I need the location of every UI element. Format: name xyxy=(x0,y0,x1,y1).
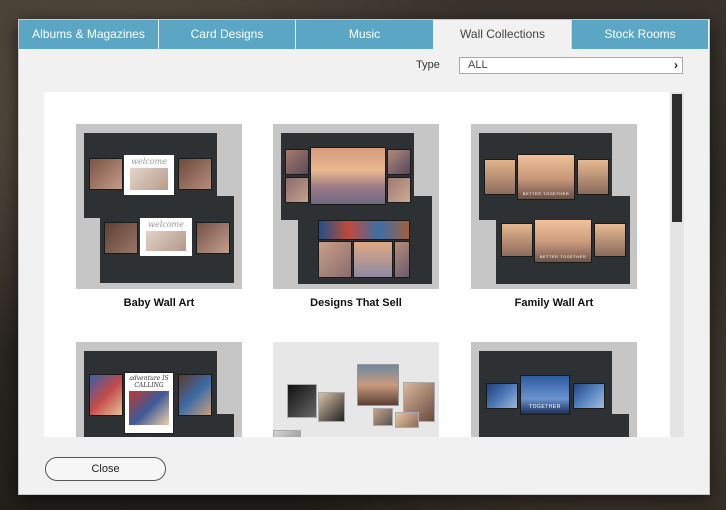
photo xyxy=(285,177,309,203)
scrollbar-thumb[interactable] xyxy=(672,94,682,222)
photo-caption: welcome xyxy=(148,220,184,229)
type-filter-value: ALL xyxy=(468,59,488,71)
portrait-canvas xyxy=(373,408,393,426)
family-main-photo: BETTER TOGETHER xyxy=(517,154,575,200)
wall-preview-front xyxy=(281,133,414,220)
newborn-photo xyxy=(89,158,123,190)
wall-preview-front: welcome xyxy=(84,133,217,218)
photo-caption: welcome xyxy=(131,157,167,166)
photo xyxy=(89,374,123,416)
tab-wall-collections[interactable]: Wall Collections xyxy=(434,20,572,49)
wall-preview-front: BETTER TOGETHER xyxy=(479,133,612,220)
wall-preview-back xyxy=(612,414,629,437)
photo xyxy=(387,177,411,203)
newborn-photo xyxy=(104,222,138,254)
photo xyxy=(178,374,212,416)
portrait-canvas xyxy=(318,392,345,422)
type-filter-label: Type xyxy=(416,59,440,71)
photo-caption: BETTER TOGETHER xyxy=(522,191,570,196)
welcome-frame: welcome xyxy=(140,218,192,256)
portrait-canvas xyxy=(357,364,399,406)
newborn-photo xyxy=(178,158,212,190)
wall-preview-back xyxy=(217,414,234,437)
collection-card-adventure[interactable]: adventure IS CALLING xyxy=(76,342,242,437)
collection-card-together[interactable]: TOGETHER xyxy=(471,342,637,437)
collection-title: Designs That Sell xyxy=(310,297,402,309)
portrait-canvas xyxy=(287,384,317,418)
photo xyxy=(573,383,605,409)
collections-grid: welcome welcome Baby Wall Art Designs Th… xyxy=(44,92,684,437)
photo xyxy=(394,241,410,278)
tab-music[interactable]: Music xyxy=(296,20,434,49)
portrait-canvas xyxy=(273,430,301,437)
wall-collections-dialog: Albums & Magazines Card Designs Music Wa… xyxy=(18,19,710,495)
wall-preview-front: adventure IS CALLING xyxy=(84,351,217,437)
collection-card-room-display[interactable] xyxy=(273,342,439,437)
family-main-photo: BETTER TOGETHER xyxy=(534,219,592,263)
wall-preview-front: TOGETHER xyxy=(479,351,612,437)
photo xyxy=(486,383,518,409)
family-photo xyxy=(501,223,533,257)
collection-title: Baby Wall Art xyxy=(123,297,195,309)
type-filter-select[interactable]: ALL › xyxy=(459,57,683,74)
family-photo xyxy=(577,159,609,195)
welcome-frame: welcome xyxy=(124,155,174,195)
photo xyxy=(318,241,352,278)
together-main-photo: TOGETHER xyxy=(520,375,570,415)
photo-strip xyxy=(318,220,410,240)
photo-caption: adventure IS CALLING xyxy=(129,375,169,389)
family-photo xyxy=(484,159,516,195)
photo xyxy=(353,241,393,278)
collection-card-family-wall-art[interactable]: BETTER TOGETHER BETTER TOGETHER xyxy=(471,124,637,289)
grid-scrollbar[interactable] xyxy=(670,92,684,437)
tab-stock-rooms[interactable]: Stock Rooms xyxy=(572,20,709,49)
collection-title: Family Wall Art xyxy=(514,297,594,309)
main-photo xyxy=(310,147,386,205)
tab-albums-magazines[interactable]: Albums & Magazines xyxy=(19,20,159,49)
photo xyxy=(387,149,411,175)
tab-card-designs[interactable]: Card Designs xyxy=(159,20,296,49)
collection-card-baby-wall-art[interactable]: welcome welcome xyxy=(76,124,242,289)
photo-caption: BETTER TOGETHER xyxy=(539,254,587,259)
newborn-photo xyxy=(196,222,230,254)
tab-bar: Albums & Magazines Card Designs Music Wa… xyxy=(19,20,709,49)
close-button[interactable]: Close xyxy=(45,457,166,481)
family-photo xyxy=(594,223,626,257)
chevron-right-icon: › xyxy=(674,58,678,72)
photo xyxy=(285,149,309,175)
collection-card-designs-that-sell[interactable] xyxy=(273,124,439,289)
photo-caption: TOGETHER xyxy=(529,404,561,410)
portrait-canvas xyxy=(395,412,419,428)
adventure-frame: adventure IS CALLING xyxy=(124,372,174,434)
